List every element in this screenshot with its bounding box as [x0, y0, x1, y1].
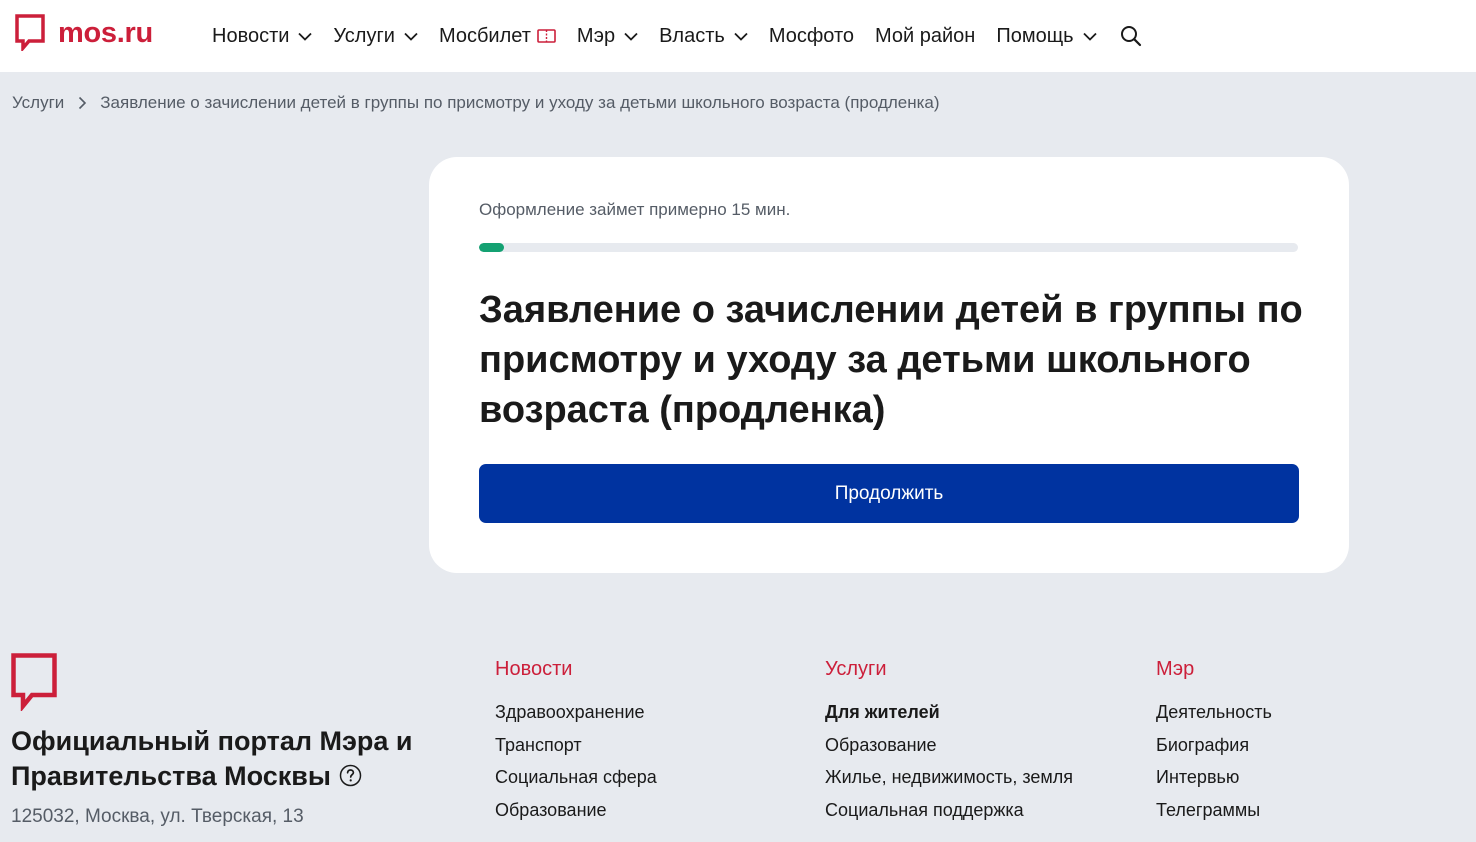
nav-item-my-district[interactable]: Мой район — [875, 25, 975, 48]
breadcrumb-link-services[interactable]: Услуги — [12, 93, 64, 113]
duration-text: Оформление займет примерно 15 мин. — [479, 200, 791, 219]
footer-column-title[interactable]: Услуги — [825, 657, 1073, 681]
nav-item-news[interactable]: Новости — [212, 24, 313, 48]
nav-item-label: Власть — [659, 24, 725, 47]
breadcrumb-current: Заявление о зачислении детей в группы по… — [100, 93, 940, 112]
footer-link[interactable]: Транспорт — [495, 735, 657, 756]
footer-link[interactable]: Для жителей — [825, 702, 1073, 723]
search-icon[interactable] — [1120, 25, 1142, 47]
continue-button[interactable]: Продолжить — [479, 464, 1299, 523]
nav-item-label: Мосфото — [768, 24, 855, 47]
nav-item-label: Помощь — [996, 24, 1074, 47]
chevron-right-icon — [79, 96, 87, 110]
footer-link[interactable]: Образование — [825, 735, 1073, 756]
service-title: Заявление о зачислении детей в группы по… — [479, 289, 1303, 431]
nav-item-services[interactable]: Услуги — [333, 25, 418, 48]
logo-text: mos.ru — [58, 16, 153, 49]
footer-link[interactable]: Деятельность — [1156, 702, 1272, 723]
ticket-icon — [537, 29, 556, 43]
service-card: Оформление займет примерно 15 мин. Заявл… — [429, 157, 1349, 573]
nav-item-label: Услуги — [333, 24, 395, 47]
site-logo[interactable]: mos.ru — [15, 14, 153, 51]
nav-item-mosfoto[interactable]: Мосфото — [769, 25, 854, 48]
footer-link[interactable]: Интервью — [1156, 767, 1272, 788]
chevron-down-icon — [734, 32, 748, 41]
footer-link[interactable]: Биография — [1156, 735, 1272, 756]
nav-item-government[interactable]: Власть — [659, 25, 748, 48]
footer-link[interactable]: Жилье, недвижимость, земля — [825, 767, 1073, 788]
progress-bar — [479, 243, 1298, 252]
top-header: mos.ru Новости Услуги Мосбилет Мэр Власт… — [0, 0, 1476, 72]
footer-column-title[interactable]: Новости — [495, 657, 657, 681]
nav-item-label: Новости — [212, 24, 290, 47]
help-circle-icon[interactable] — [339, 764, 362, 787]
footer-address: 125032, Москва, ул. Тверская, 13 — [11, 806, 304, 827]
footer-column-mayor: Мэр Деятельность Биография Интервью Теле… — [1156, 657, 1272, 832]
nav-item-help[interactable]: Помощь — [996, 24, 1097, 48]
footer-column-services: Услуги Для жителей Образование Жилье, не… — [825, 657, 1073, 832]
progress-fill — [479, 243, 504, 252]
nav-item-mosbilet[interactable]: Мосбилет — [439, 25, 556, 48]
chevron-down-icon — [404, 32, 418, 41]
chevron-down-icon — [298, 32, 313, 41]
footer-link[interactable]: Телеграммы — [1156, 800, 1272, 821]
main-nav: Новости Услуги Мосбилет Мэр Власть Мосфо… — [212, 0, 1142, 72]
footer-link[interactable]: Социальная сфера — [495, 767, 657, 788]
footer-link[interactable]: Социальная поддержка — [825, 800, 1073, 821]
footer-column-title[interactable]: Мэр — [1156, 657, 1272, 681]
speech-bubble-logo-icon — [15, 14, 45, 51]
footer-link[interactable]: Здравоохранение — [495, 702, 657, 723]
breadcrumb: Услуги Заявление о зачислении детей в гр… — [12, 93, 940, 113]
footer-title: Официальный портал Мэра и Правительства … — [11, 724, 431, 794]
footer-column-news: Новости Здравоохранение Транспорт Социал… — [495, 657, 657, 832]
speech-bubble-logo-icon — [11, 653, 57, 711]
nav-item-label: Мэр — [576, 24, 616, 47]
nav-item-mayor[interactable]: Мэр — [577, 25, 638, 48]
chevron-down-icon — [624, 32, 638, 41]
chevron-down-icon — [1082, 32, 1097, 41]
nav-item-label: Мой район — [875, 24, 976, 47]
footer-link[interactable]: Образование — [495, 800, 657, 821]
nav-item-label: Мосбилет — [438, 24, 531, 47]
